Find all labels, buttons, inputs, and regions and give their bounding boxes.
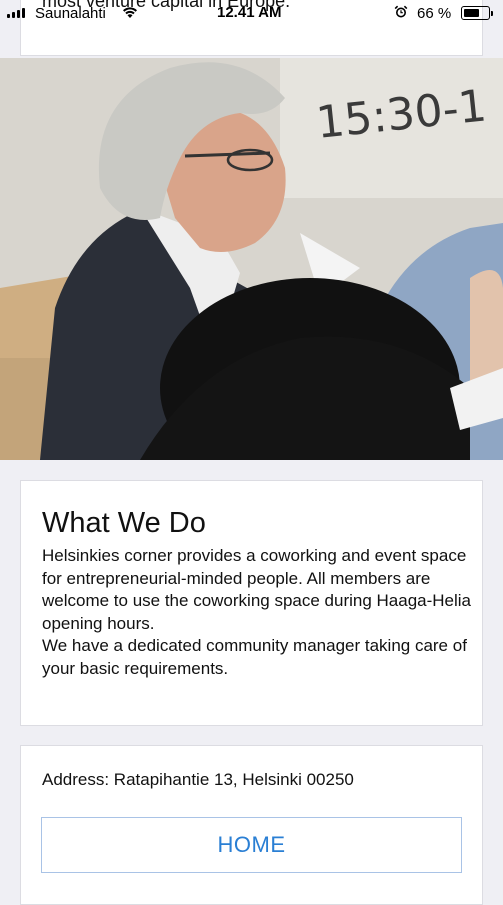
battery-icon (461, 6, 493, 20)
battery-fill (464, 9, 479, 17)
address-text: Address: Ratapihantie 13, Helsinki 00250 (42, 770, 354, 789)
what-we-do-card: What We Do Helsinkies corner provides a … (20, 480, 483, 726)
description-paragraph: We have a dedicated community manager ta… (42, 636, 467, 678)
status-time: 12.41 AM (217, 4, 282, 21)
section-description: Helsinkies corner provides a coworking a… (42, 545, 472, 680)
wifi-icon (121, 5, 139, 23)
alarm-icon (394, 5, 408, 23)
section-title: What We Do (42, 507, 206, 539)
carrier-name: Saunalahti (35, 5, 106, 22)
home-button[interactable]: HOME (41, 817, 462, 873)
description-paragraph: Helsinkies corner provides a coworking a… (42, 546, 472, 633)
battery-percent: 66 % (417, 5, 452, 22)
status-bar: Saunalahti 12.41 AM 66 % (0, 0, 503, 28)
signal-strength-icon (7, 8, 25, 18)
hero-photo: 15:30-1 (0, 58, 503, 460)
contact-card: Address: Ratapihantie 13, Helsinki 00250… (20, 745, 483, 905)
